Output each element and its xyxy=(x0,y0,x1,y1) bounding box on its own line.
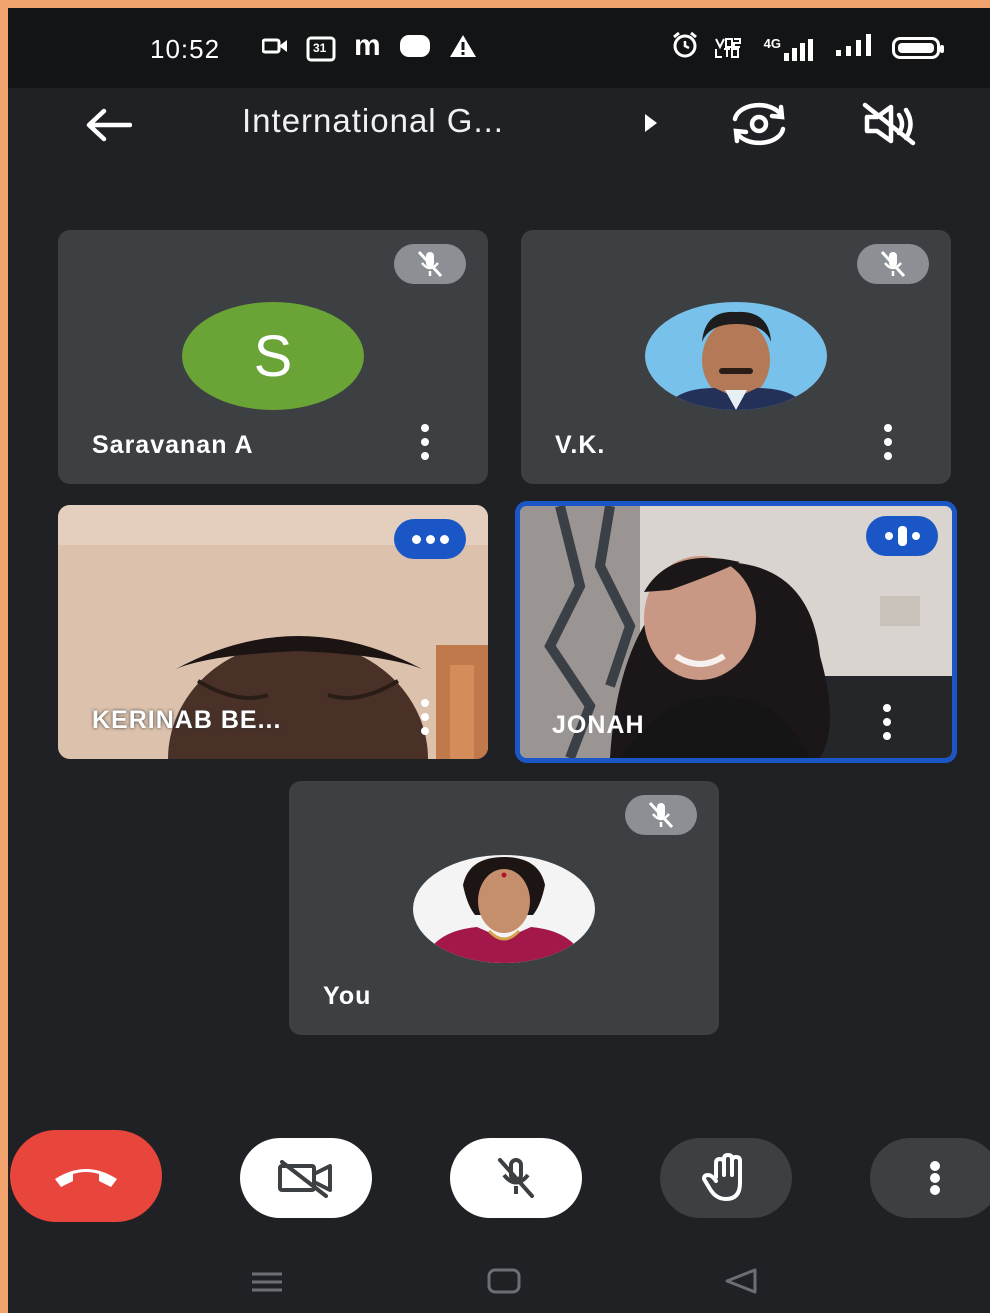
camera-toggle-button[interactable] xyxy=(240,1138,372,1218)
caret-right-icon[interactable] xyxy=(640,106,662,140)
avatar: S xyxy=(182,302,364,410)
participant-tile-vk[interactable]: V.K. xyxy=(521,230,951,484)
mic-off-icon xyxy=(625,795,697,835)
more-vertical-icon xyxy=(930,1161,940,1195)
camera-off-icon xyxy=(278,1160,332,1198)
more-vertical-icon[interactable] xyxy=(412,424,438,460)
participant-name: KERINAB BE... xyxy=(92,706,282,734)
more-vertical-icon[interactable] xyxy=(874,704,900,740)
end-call-button[interactable] xyxy=(10,1130,162,1222)
phone-screen: 10:52 31 m 4G International G... S Sarav… xyxy=(8,8,990,1313)
warning-icon xyxy=(449,34,477,63)
participant-name: You xyxy=(323,982,372,1010)
battery-icon xyxy=(892,37,944,59)
video-record-icon xyxy=(261,37,288,60)
carrier-icon: m xyxy=(354,28,381,62)
network-4g-icon: 4G xyxy=(764,36,820,61)
avatar xyxy=(645,302,827,410)
avatar xyxy=(413,855,595,963)
speaker-off-icon[interactable] xyxy=(854,94,924,154)
mic-off-icon xyxy=(394,244,466,284)
mic-off-icon xyxy=(498,1158,534,1198)
meeting-header: International G... xyxy=(8,88,990,168)
participant-tile-self[interactable]: You xyxy=(289,781,719,1035)
raise-hand-button[interactable] xyxy=(660,1138,792,1218)
meeting-title[interactable]: International G... xyxy=(242,102,504,140)
mic-off-icon xyxy=(857,244,929,284)
participant-tile-kerinab[interactable]: KERINAB BE... xyxy=(58,505,488,759)
end-call-icon xyxy=(55,1169,117,1187)
more-vertical-icon[interactable] xyxy=(875,424,901,460)
volte-icon xyxy=(714,37,748,59)
camera-flip-icon[interactable] xyxy=(724,94,794,154)
calendar-day: 31 xyxy=(313,40,327,55)
status-bar: 10:52 31 m 4G xyxy=(8,8,990,88)
call-controls xyxy=(8,1120,990,1240)
more-vertical-icon[interactable] xyxy=(412,699,438,735)
chat-bubble-icon xyxy=(399,34,431,63)
back-arrow-icon[interactable] xyxy=(78,98,138,152)
nav-back-icon[interactable] xyxy=(724,1267,758,1295)
raise-hand-icon xyxy=(702,1153,742,1201)
participant-name: V.K. xyxy=(555,431,606,459)
more-options-button[interactable] xyxy=(870,1138,990,1218)
participant-tile-saravanan[interactable]: S Saravanan A xyxy=(58,230,488,484)
participant-name: JONAH xyxy=(552,711,645,739)
participant-tile-jonah[interactable]: JONAH xyxy=(515,501,957,763)
participant-name: Saravanan A xyxy=(92,431,254,459)
audio-loading-icon xyxy=(394,519,466,559)
status-left-icons: 31 m xyxy=(261,28,477,63)
speaking-indicator-icon xyxy=(866,516,938,556)
recent-apps-icon[interactable] xyxy=(250,1271,284,1293)
calendar-icon: 31 xyxy=(306,36,336,62)
system-nav-bar xyxy=(8,1253,990,1313)
home-icon[interactable] xyxy=(486,1267,522,1295)
alarm-icon xyxy=(672,31,698,64)
status-right-icons: 4G xyxy=(672,31,944,64)
network-type: 4G xyxy=(763,35,781,51)
signal-icon xyxy=(836,34,876,62)
status-time: 10:52 xyxy=(150,34,221,64)
mic-toggle-button[interactable] xyxy=(450,1138,582,1218)
